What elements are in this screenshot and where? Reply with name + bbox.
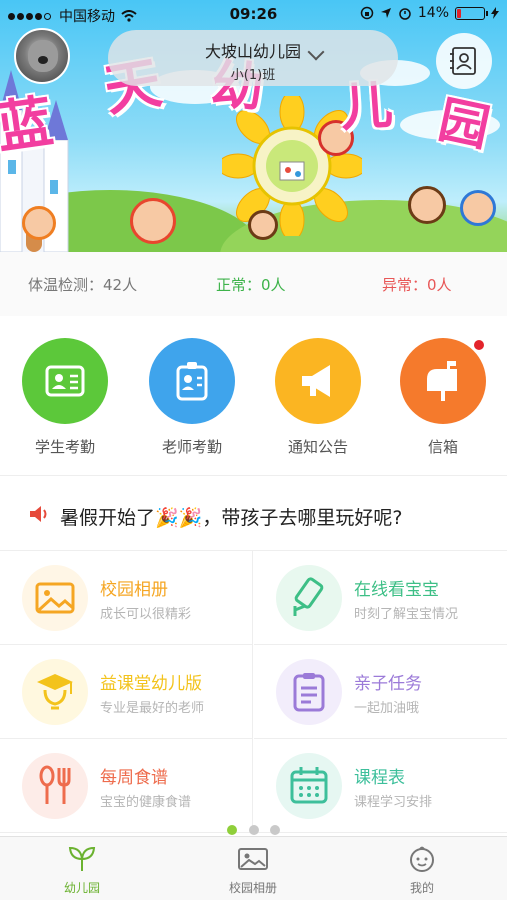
kid-illustration [248,210,278,240]
contacts-book-icon [450,47,476,75]
kid-illustration [130,198,176,244]
quick-label: 通知公告 [287,438,348,456]
clipboard-icon [293,673,325,712]
tab-campus-album[interactable]: 校园相册 [193,845,313,896]
temperature-abnormal: 异常：0人 [382,275,452,294]
card-title: 课程表 [354,768,405,788]
alarm-icon [399,8,411,20]
card-subtitle: 宝宝的健康食谱 [100,795,192,810]
contacts-button[interactable] [436,33,492,89]
card-subtitle: 成长可以很精彩 [100,607,192,622]
student-attendance-circle [22,338,108,424]
kid-illustration [22,206,56,240]
teacher-attendance-circle [149,338,235,424]
schedule-icon-bg [276,753,342,819]
quick-label: 老师考勤 [161,438,222,456]
class-name: 小(1)班 [230,68,276,83]
page-dot [269,825,280,835]
task-icon-bg [276,659,342,725]
leaf-sprout-icon [68,846,96,871]
page-dot [248,825,259,835]
feature-grid: 校园相册 成长可以很精彩 在线看宝宝 时刻了解宝宝情况 益课堂幼儿版 专业是最好… [0,551,507,833]
temperature-normal: 正常：0人 [216,275,286,294]
tab-label: 我的 [409,881,434,895]
battery-percent: 14% [417,5,449,21]
notice-board-circle [275,338,361,424]
card-title: 亲子任务 [354,674,422,694]
weekly-menu-card[interactable]: 每周食谱 宝宝的健康食谱 [0,739,253,833]
mailbox-icon [427,361,457,401]
online-view-icon-bg [276,565,342,631]
battery-icon [455,6,488,20]
tab-bar: 幼儿园 校园相册 我的 [0,836,507,900]
album-icon [238,848,268,870]
megaphone-icon [302,365,330,397]
card-title: 益课堂幼儿版 [100,674,202,694]
menu-icon-bg [22,753,88,819]
teacher-badge-icon [176,362,208,401]
teacher-attendance-button[interactable]: 老师考勤 [142,338,242,457]
parent-child-task-card[interactable]: 亲子任务 一起加油哦 [254,645,507,739]
online-baby-view-card[interactable]: 在线看宝宝 时刻了解宝宝情况 [254,551,507,645]
avatar[interactable] [14,28,70,84]
graduation-bulb-icon [37,674,73,710]
card-subtitle: 专业是最好的老师 [100,701,205,716]
temperature-summary[interactable]: 体温检测：42人 正常：0人 异常：0人 [0,252,507,316]
banner-title-char: 园 [433,89,495,158]
baby-face-icon [410,846,434,872]
camera-icon [293,577,324,616]
page-dot [227,825,238,835]
status-bar: 中国移动 09:26 14% [0,0,507,30]
yiketang-card[interactable]: 益课堂幼儿版 专业是最好的老师 [0,645,253,739]
mailbox-button[interactable]: 信箱 [393,338,493,457]
mailbox-circle [400,338,486,424]
kid-illustration [460,190,496,226]
school-name: 大坡山幼儿园 [204,42,301,61]
kid-illustration [408,186,446,224]
announcement-banner[interactable]: 暑假开始了🎉🎉，带孩子去哪里玩好呢? [0,477,507,551]
quick-actions: 学生考勤 老师考勤 通知公告 信箱 [0,316,507,476]
card-subtitle: 时刻了解宝宝情况 [354,607,459,622]
speaker-icon [30,506,47,522]
announcement-text: 暑假开始了🎉🎉，带孩子去哪里玩好呢? [60,507,403,529]
card-title: 每周食谱 [100,768,168,788]
schedule-card[interactable]: 课程表 课程学习安排 [254,739,507,833]
yiketang-icon-bg [22,659,88,725]
notice-board-button[interactable]: 通知公告 [268,338,368,457]
tab-kindergarten[interactable]: 幼儿园 [22,845,142,896]
campus-album-icon-bg [22,565,88,631]
card-title: 在线看宝宝 [354,580,439,600]
student-attendance-button[interactable]: 学生考勤 [15,338,115,457]
quick-label: 学生考勤 [34,438,95,456]
charging-bolt-icon [491,7,499,19]
avatar-nose [38,56,48,64]
campus-album-card[interactable]: 校园相册 成长可以很精彩 [0,551,253,645]
school-selector[interactable]: 大坡山幼儿园 小(1)班 [108,30,398,86]
calendar-icon [290,767,328,804]
tab-label: 幼儿园 [63,881,100,895]
tab-label: 校园相册 [228,881,277,895]
rotation-lock-icon [360,6,374,20]
unread-badge [474,340,484,350]
tab-mine[interactable]: 我的 [362,845,482,896]
student-id-card-icon [45,365,85,397]
card-subtitle: 一起加油哦 [354,701,420,716]
card-subtitle: 课程学习安排 [354,795,433,810]
spoon-fork-icon [39,765,71,804]
location-arrow-icon [380,8,391,18]
quick-label: 信箱 [427,438,458,456]
card-title: 校园相册 [100,580,168,600]
temperature-checked: 体温检测：42人 [28,275,138,294]
photo-album-icon [35,582,75,614]
